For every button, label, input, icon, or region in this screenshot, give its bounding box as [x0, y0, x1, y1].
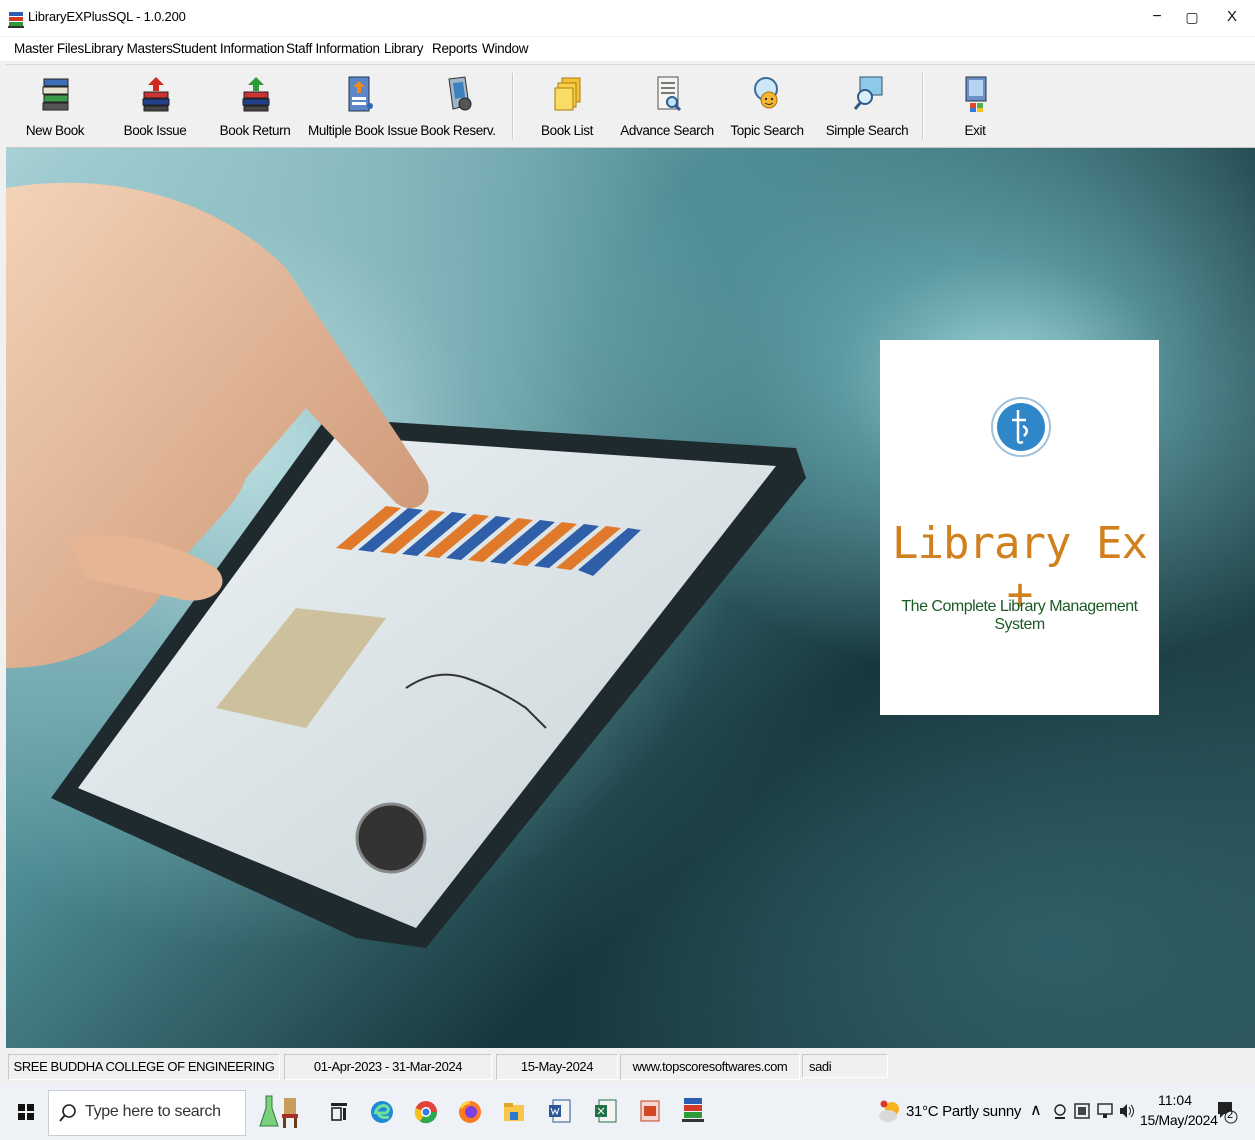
book-list-icon [554, 77, 581, 111]
file-explorer-icon[interactable] [502, 1100, 526, 1124]
network-icon[interactable] [1096, 1102, 1114, 1120]
advance-search-label: Advance Search [620, 123, 714, 138]
title-bar: LibraryEXPlusSQL - 1.0.200 − ▢ X [0, 0, 1255, 36]
multiple-book-issue-button[interactable]: Multiple Book Issue [308, 71, 418, 147]
new-book-icon [42, 78, 69, 111]
multiple-book-issue-icon [348, 76, 373, 112]
task-view-icon[interactable] [330, 1102, 348, 1122]
menu-library-masters[interactable]: Library Masters [84, 41, 173, 56]
restore-button[interactable]: ▢ [1180, 6, 1204, 28]
excel-icon[interactable] [594, 1098, 618, 1124]
meet-now-icon[interactable] [1052, 1103, 1068, 1121]
advance-search-icon [657, 76, 682, 112]
toolbar-separator [922, 73, 924, 139]
book-reservation-button[interactable]: Book Reserv. [409, 71, 507, 147]
new-book-button[interactable]: New Book [6, 71, 104, 147]
exit-label: Exit [964, 123, 986, 138]
app-icon-red[interactable] [638, 1098, 662, 1124]
volume-icon[interactable] [1118, 1102, 1136, 1120]
multiple-book-issue-label: Multiple Book Issue [308, 123, 418, 138]
ts-logo-icon [991, 397, 1051, 457]
weather-text[interactable]: 31°C Partly sunny [906, 1103, 1021, 1120]
simple-search-icon [853, 76, 883, 110]
menu-staff-information[interactable]: Staff Information [286, 41, 380, 56]
edge-browser-icon[interactable] [370, 1100, 394, 1124]
book-reservation-label: Book Reserv. [420, 123, 496, 138]
brand-tagline: The Complete Library Management System [901, 598, 1138, 633]
topic-search-icon [754, 77, 778, 109]
book-issue-label: Book Issue [123, 123, 187, 138]
book-reservation-icon [448, 76, 472, 111]
toolbar: New Book Book Issue Book Return Multiple… [6, 64, 1255, 148]
new-book-label: New Book [25, 123, 85, 138]
app-icon [8, 12, 24, 28]
status-period: 01-Apr-2023 - 31-Mar-2024 [284, 1054, 492, 1080]
firefox-browser-icon[interactable] [458, 1100, 482, 1124]
toolbar-separator [512, 73, 514, 139]
taskbar-search-box[interactable]: Type here to search [48, 1090, 246, 1136]
lab-flask-icon[interactable] [258, 1094, 280, 1130]
clock-time[interactable]: 11:04 [1158, 1092, 1192, 1108]
book-return-button[interactable]: Book Return [206, 71, 304, 147]
simple-search-button[interactable]: Simple Search [818, 71, 916, 147]
windows-taskbar: Type here to search 31°C Partly sunny ∧ [0, 1084, 1255, 1140]
book-return-icon [242, 77, 270, 112]
weather-partly-sunny-icon[interactable] [878, 1100, 902, 1124]
chevron-up-icon[interactable]: ∧ [1030, 1100, 1042, 1120]
topic-search-label: Topic Search [730, 123, 804, 138]
close-button[interactable]: X [1220, 6, 1244, 28]
menu-window[interactable]: Window [482, 41, 529, 56]
status-institution: SREE BUDDHA COLLEGE OF ENGINEERING [8, 1054, 280, 1080]
status-bar: SREE BUDDHA COLLEGE OF ENGINEERING 01-Ap… [6, 1050, 1255, 1082]
onedrive-icon[interactable] [1074, 1102, 1090, 1120]
search-icon [59, 1104, 76, 1122]
menu-student-information[interactable]: Student Information [172, 41, 284, 56]
topic-search-button[interactable]: Topic Search [718, 71, 816, 147]
book-list-button[interactable]: Book List [518, 71, 616, 147]
chair-icon[interactable] [280, 1096, 300, 1130]
advance-search-button[interactable]: Advance Search [618, 71, 716, 147]
chrome-browser-icon[interactable] [414, 1100, 438, 1124]
exit-button[interactable]: Exit [926, 71, 1024, 147]
window-title: LibraryEXPlusSQL - 1.0.200 [28, 9, 186, 24]
book-return-label: Book Return [219, 123, 291, 138]
status-website: www.topscoresoftwares.com [620, 1054, 800, 1080]
menu-bar: Master Files Library Masters Student Inf… [0, 37, 1255, 61]
notification-count: 2 [1227, 1109, 1234, 1121]
clock-date[interactable]: 15/May/2024 [1140, 1112, 1218, 1128]
minimize-button[interactable]: − [1145, 6, 1169, 28]
splash-logo-card: Library Ex + The Complete Library Manage… [880, 340, 1159, 715]
status-user: sadi [802, 1054, 888, 1078]
library-app-taskbar-icon[interactable] [682, 1096, 704, 1124]
taskbar-search-placeholder: Type here to search [85, 1103, 221, 1120]
menu-reports[interactable]: Reports [432, 41, 477, 56]
windows-start-icon[interactable] [18, 1104, 34, 1120]
book-issue-button[interactable]: Book Issue [106, 71, 204, 147]
menu-library[interactable]: Library [384, 41, 423, 56]
menu-master-files[interactable]: Master Files [14, 41, 84, 56]
word-icon[interactable] [548, 1098, 572, 1124]
book-list-label: Book List [541, 123, 593, 138]
simple-search-label: Simple Search [825, 123, 909, 138]
splash-background: Library Ex + The Complete Library Manage… [6, 148, 1255, 1048]
status-date: 15-May-2024 [496, 1054, 618, 1080]
exit-icon [965, 76, 987, 112]
book-issue-icon [142, 77, 170, 112]
